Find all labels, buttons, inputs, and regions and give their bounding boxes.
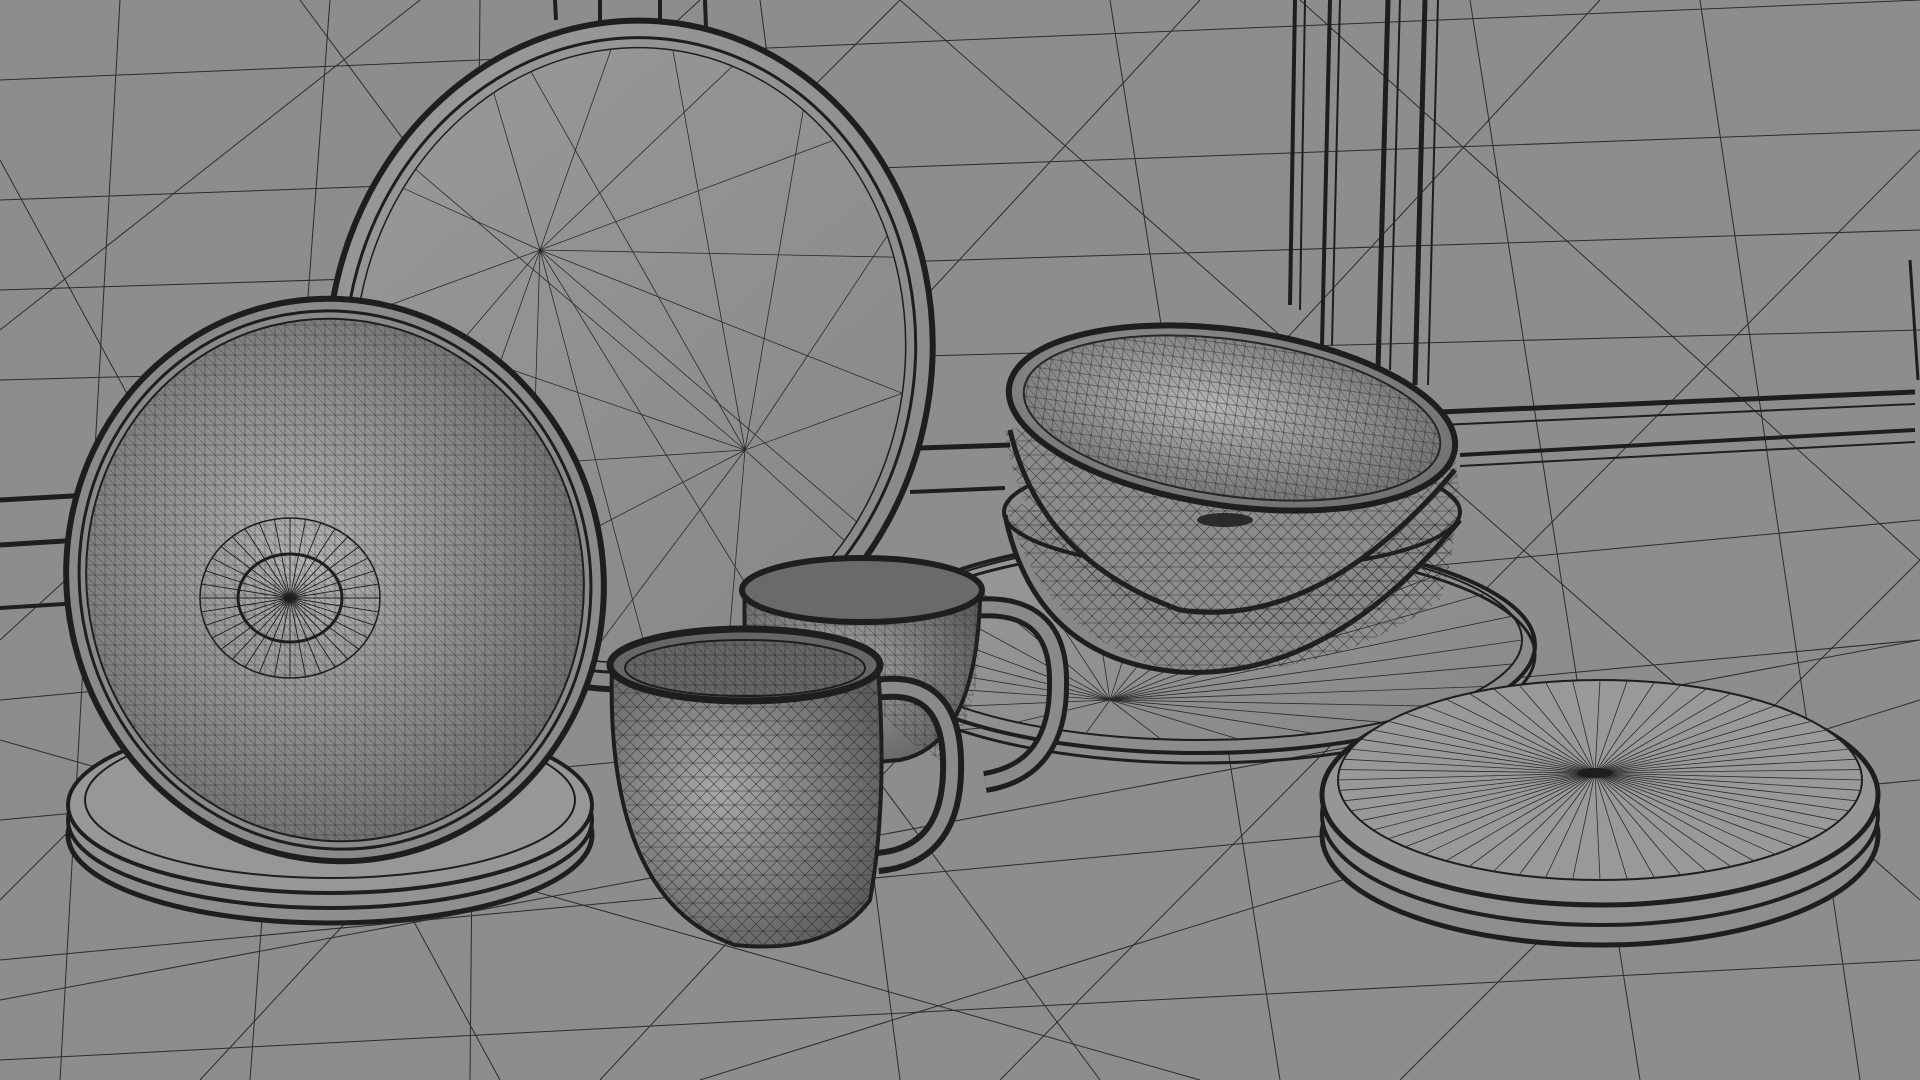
- grid-line: [0, 229, 1920, 291]
- plate-stack-right: [1319, 679, 1881, 948]
- wireframe-scene: [0, 0, 1920, 1080]
- grid-line: [0, 0, 1920, 81]
- mug-front: [606, 625, 965, 949]
- grid-line: [0, 959, 1920, 1061]
- wireframe-viewport: [0, 0, 1920, 1080]
- grid-line: [0, 129, 1920, 201]
